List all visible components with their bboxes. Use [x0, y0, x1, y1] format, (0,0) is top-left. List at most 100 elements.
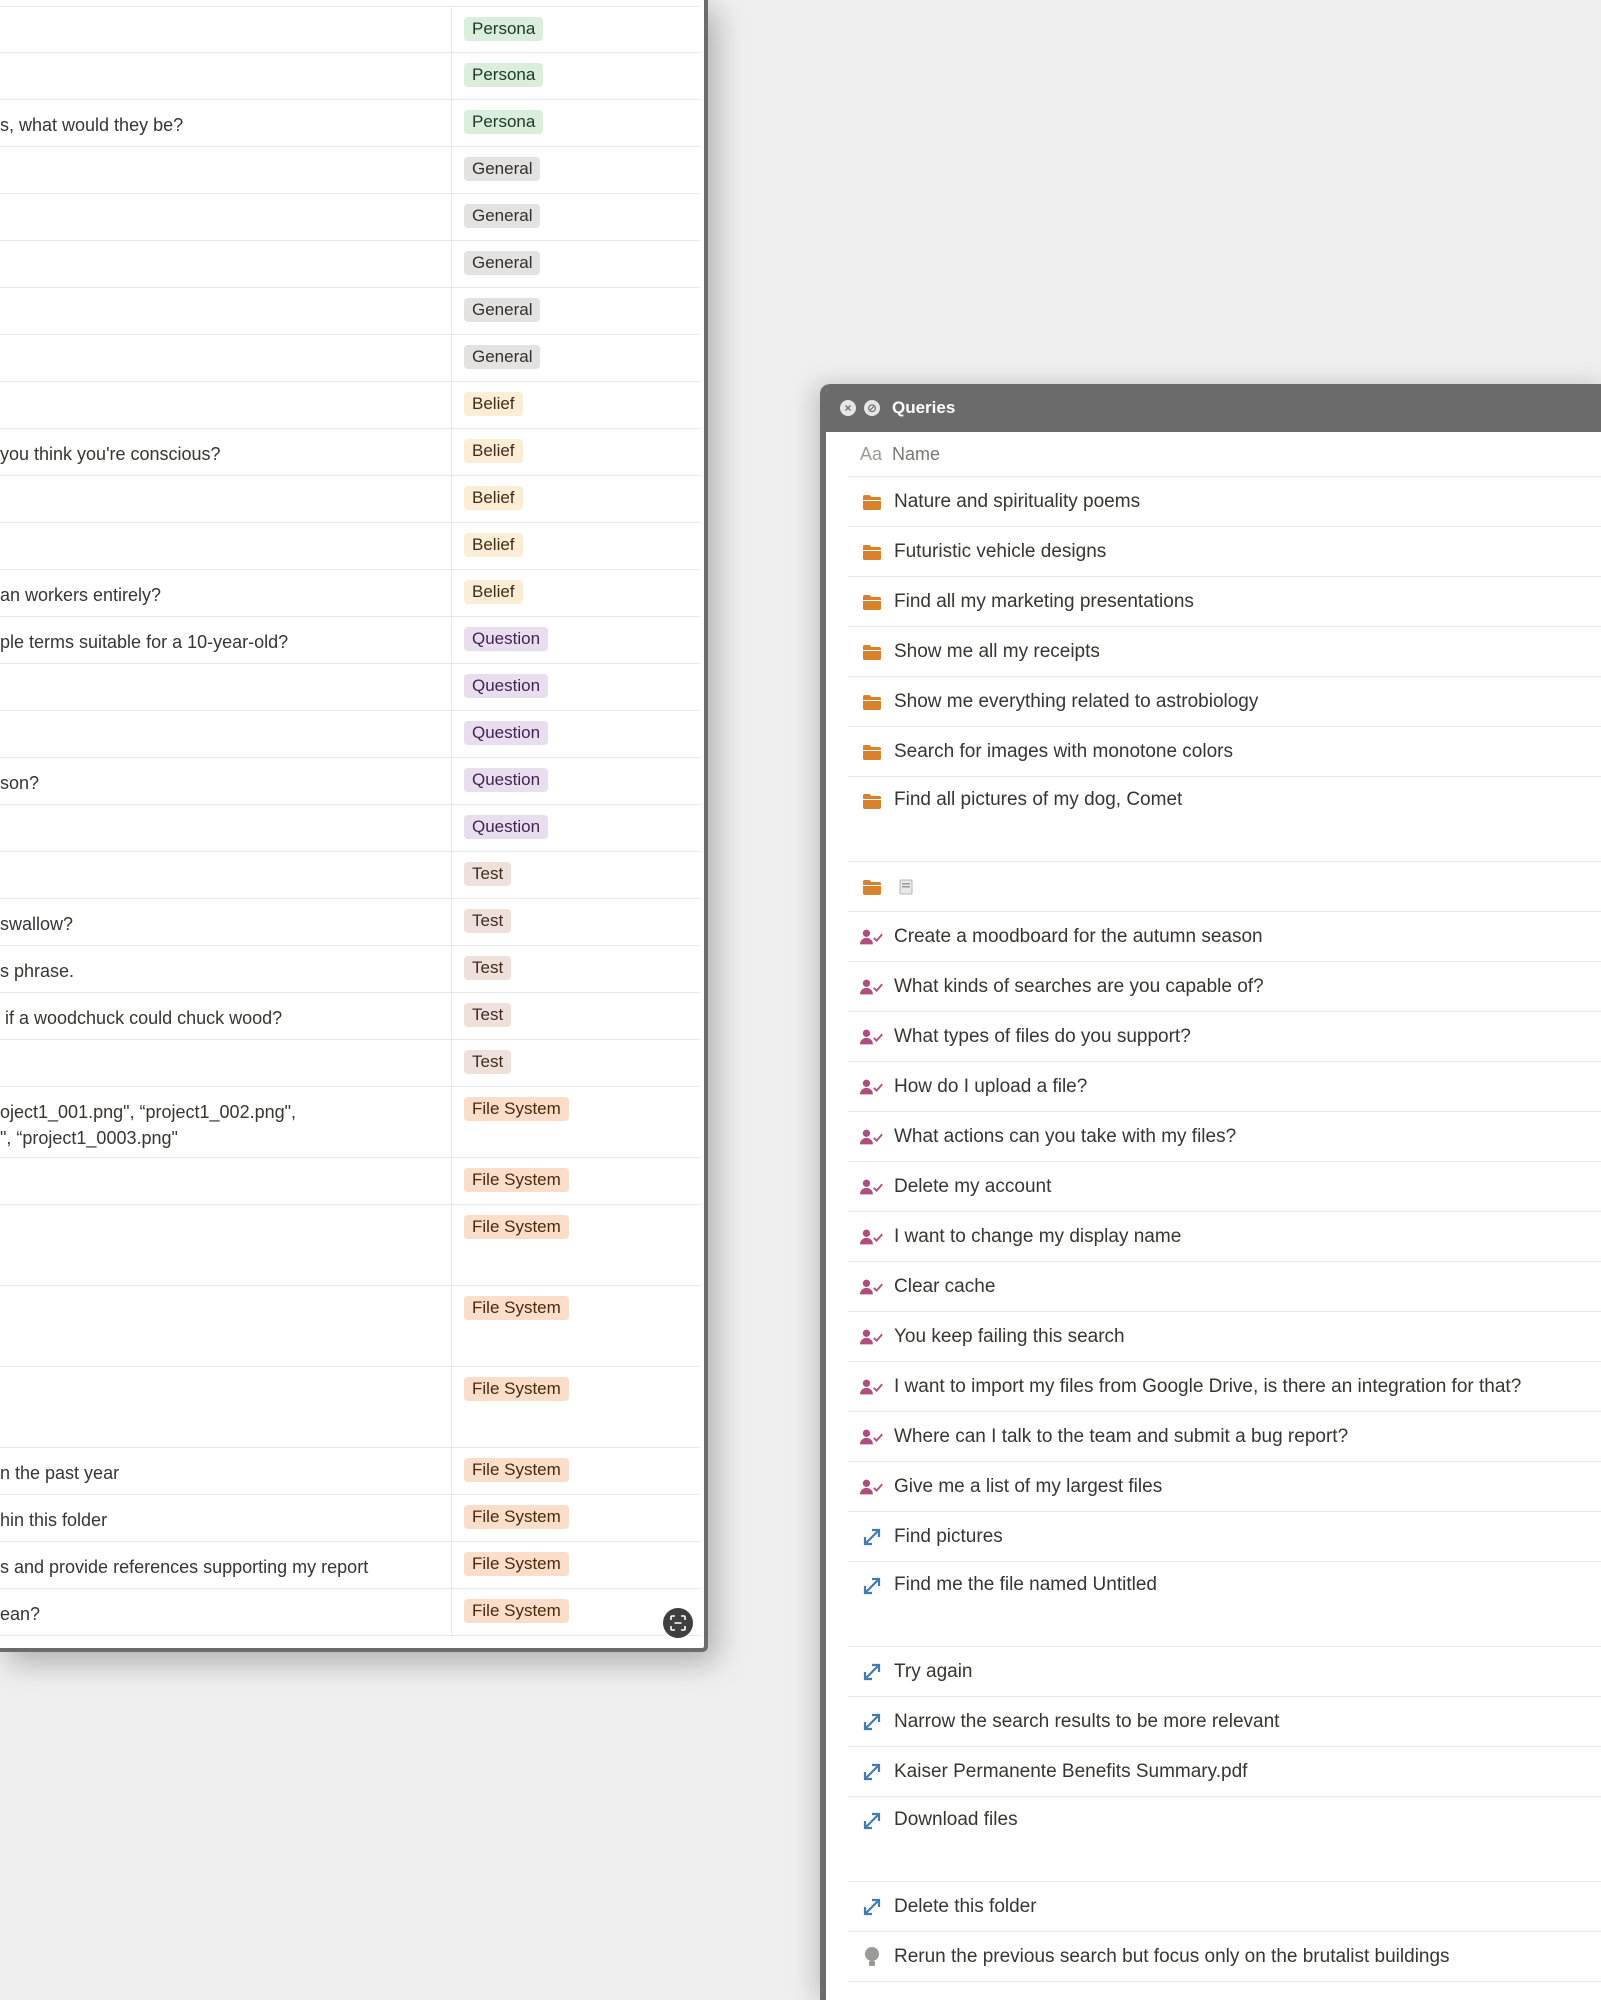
table-row[interactable]: Persona [0, 6, 700, 53]
list-item[interactable]: Try again [848, 1647, 1601, 1697]
row-tag-cell[interactable]: Persona [452, 53, 544, 87]
table-row[interactable]: Test [0, 1040, 700, 1087]
row-tag-cell[interactable]: File System [452, 1495, 569, 1529]
row-prompt-text [0, 335, 452, 381]
list-item[interactable]: Nature and spirituality poems [848, 477, 1601, 527]
list-item[interactable]: Delete this folder [848, 1882, 1601, 1932]
list-item[interactable]: What types of files do you support? [848, 1012, 1601, 1062]
row-tag-cell[interactable]: Belief [452, 570, 523, 604]
list-item[interactable]: Show me all my receipts [848, 627, 1601, 677]
row-tag-cell[interactable]: File System [452, 1286, 569, 1320]
list-item[interactable]: Find all pictures of my dog, Comet [848, 777, 1601, 862]
list-item[interactable]: You keep failing this search [848, 1312, 1601, 1362]
table-row[interactable]: s and provide references supporting my r… [0, 1542, 700, 1589]
row-tag-cell[interactable]: Persona [452, 7, 544, 41]
list-item[interactable]: Find all my marketing presentations [848, 577, 1601, 627]
row-tag-cell[interactable]: Question [452, 617, 549, 651]
row-tag-cell[interactable]: File System [452, 1542, 569, 1576]
row-tag-cell[interactable]: File System [452, 1367, 569, 1401]
list-item[interactable]: I want to change my display name [848, 1212, 1601, 1262]
table-row[interactable]: Belief [0, 476, 700, 523]
row-tag-cell[interactable]: Persona [452, 100, 544, 134]
list-item[interactable]: I want to import my files from Google Dr… [848, 1362, 1601, 1412]
query-name: What kinds of searches are you capable o… [894, 975, 1264, 997]
list-item[interactable]: Clear cache [848, 1262, 1601, 1312]
table-row[interactable]: ean? File System [0, 1589, 700, 1636]
list-item[interactable]: How do I upload a file? [848, 1062, 1601, 1112]
list-item[interactable]: Give me a list of my largest files [848, 1462, 1601, 1512]
table-row[interactable]: ple terms suitable for a 10-year-old? Que… [0, 617, 700, 664]
row-tag-cell[interactable]: File System [452, 1158, 569, 1192]
table-row[interactable]: Test [0, 852, 700, 899]
table-row[interactable]: n the past year File System [0, 1448, 700, 1495]
list-item[interactable]: Download files [848, 1797, 1601, 1882]
row-tag-cell[interactable]: Test [452, 946, 512, 980]
list-item[interactable]: What actions can you take with my files? [848, 1112, 1601, 1162]
list-item[interactable] [848, 862, 1601, 912]
list-item[interactable]: Where can I talk to the team and submit … [848, 1412, 1601, 1462]
list-item[interactable]: Futuristic vehicle designs [848, 527, 1601, 577]
row-tag-cell[interactable]: Test [452, 852, 512, 886]
row-tag-cell[interactable]: General [452, 194, 541, 228]
table-row[interactable]: s phrase. Test [0, 946, 700, 993]
table-row[interactable]: you think you're conscious? Belief [0, 429, 700, 476]
row-tag-cell[interactable]: General [452, 288, 541, 322]
table-row[interactable]: File System [0, 1286, 700, 1367]
table-row[interactable]: hin this folder File System [0, 1495, 700, 1542]
row-tag-cell[interactable]: Test [452, 1040, 512, 1074]
table-row[interactable]: Persona [0, 53, 700, 100]
table-row[interactable]: File System [0, 1205, 700, 1286]
row-tag-cell[interactable]: General [452, 241, 541, 275]
table-row[interactable]: Question [0, 805, 700, 852]
table-row[interactable]: General [0, 288, 700, 335]
row-tag-cell[interactable]: File System [452, 1448, 569, 1482]
scan-button[interactable] [663, 1608, 693, 1638]
row-tag-cell[interactable]: File System [452, 1205, 569, 1239]
row-tag-cell[interactable]: Test [452, 993, 512, 1027]
row-tag-cell[interactable]: Belief [452, 523, 523, 557]
list-item[interactable]: Find pictures [848, 1512, 1601, 1562]
list-item[interactable]: Narrow the search results to be more rel… [848, 1697, 1601, 1747]
row-tag-cell[interactable]: Belief [452, 429, 523, 463]
table-row[interactable]: s, what would they be? Persona [0, 100, 700, 147]
list-item[interactable]: Find me the file named Untitled [848, 1562, 1601, 1647]
table-row[interactable]: Belief [0, 382, 700, 429]
list-item[interactable]: Show me everything related to astrobiolo… [848, 677, 1601, 727]
list-item[interactable]: Delete my account [848, 1162, 1601, 1212]
row-tag-cell[interactable]: Test [452, 899, 512, 933]
list-item[interactable]: Rerun the previous search but focus only… [848, 1932, 1601, 1982]
list-item[interactable]: What kinds of searches are you capable o… [848, 962, 1601, 1012]
table-row[interactable]: oject1_001.png", “project1_002.png", ", … [0, 1087, 700, 1158]
close-icon[interactable]: × [840, 400, 856, 416]
table-row[interactable]: Question [0, 664, 700, 711]
query-name: What types of files do you support? [894, 1025, 1191, 1047]
table-row[interactable]: File System [0, 1367, 700, 1448]
table-row[interactable]: if a woodchuck could chuck wood? Test [0, 993, 700, 1040]
table-row[interactable]: son? Question [0, 758, 700, 805]
list-item[interactable]: Kaiser Permanente Benefits Summary.pdf [848, 1747, 1601, 1797]
row-tag-cell[interactable]: Question [452, 758, 549, 792]
table-row[interactable]: swallow? Test [0, 899, 700, 946]
row-tag-cell[interactable]: Belief [452, 382, 523, 416]
row-tag-cell[interactable]: File System [452, 1589, 569, 1623]
list-item[interactable]: Search for images with monotone colors [848, 727, 1601, 777]
name-column-header[interactable]: Aa Name [848, 432, 1601, 477]
row-tag-cell[interactable]: Belief [452, 476, 523, 510]
row-tag-cell[interactable]: File System [452, 1087, 569, 1121]
table-row[interactable]: General [0, 335, 700, 382]
table-row[interactable]: General [0, 194, 700, 241]
user-check-icon [860, 1475, 884, 1499]
row-tag-cell[interactable]: General [452, 335, 541, 369]
row-tag-cell[interactable]: Question [452, 664, 549, 698]
minimize-icon[interactable]: ⊘ [864, 400, 880, 416]
table-row[interactable]: Belief [0, 523, 700, 570]
row-tag-cell[interactable]: General [452, 147, 541, 181]
table-row[interactable]: an workers entirely? Belief [0, 570, 700, 617]
table-row[interactable]: General [0, 241, 700, 288]
row-tag-cell[interactable]: Question [452, 711, 549, 745]
table-row[interactable]: General [0, 147, 700, 194]
row-tag-cell[interactable]: Question [452, 805, 549, 839]
table-row[interactable]: File System [0, 1158, 700, 1205]
list-item[interactable]: Create a moodboard for the autumn season [848, 912, 1601, 962]
table-row[interactable]: Question [0, 711, 700, 758]
